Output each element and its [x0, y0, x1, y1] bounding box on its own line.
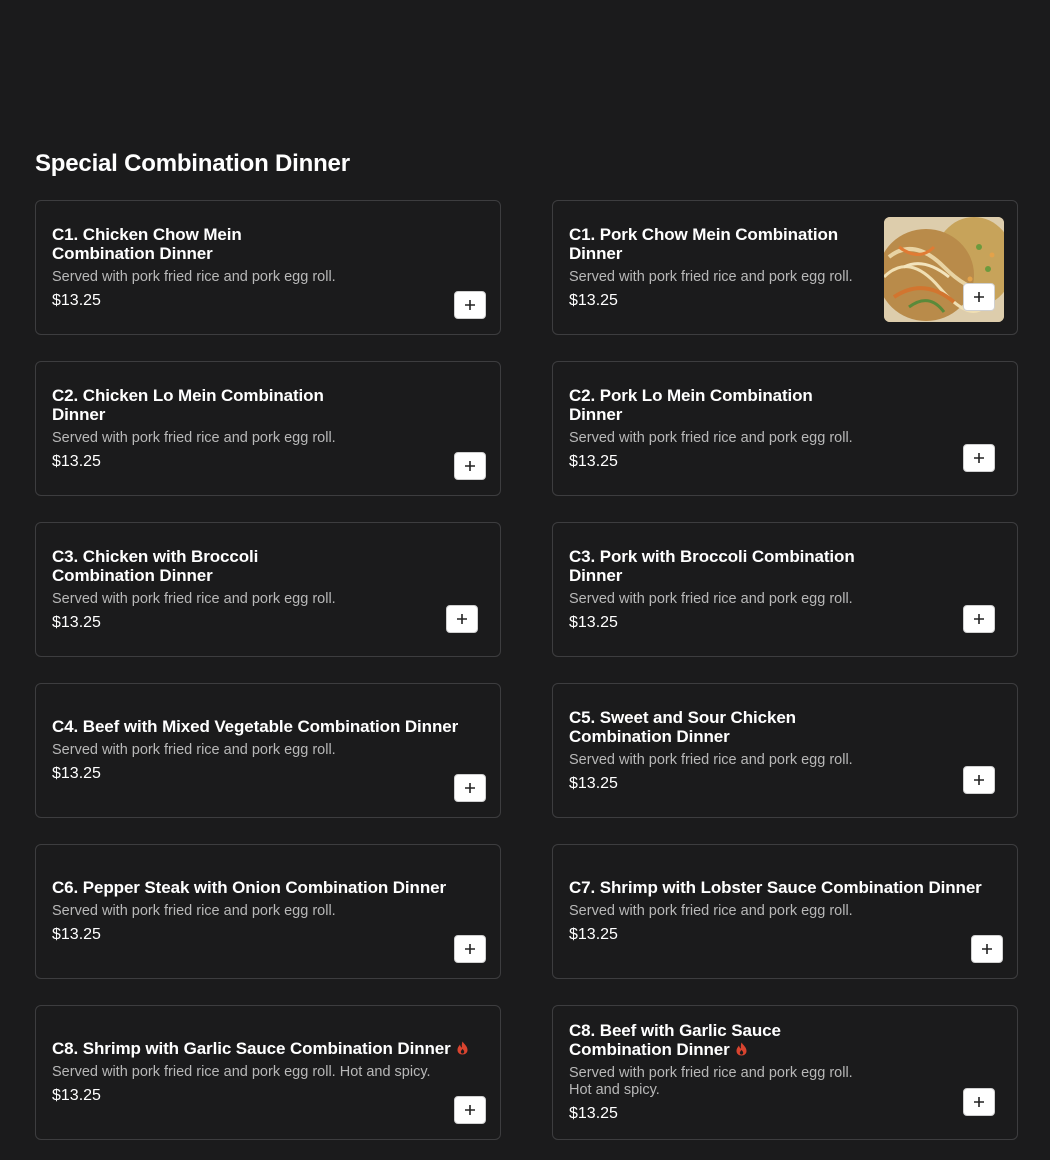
- item-name: C1. Chicken Chow Mein Combination Dinner: [52, 224, 242, 263]
- plus-icon: [974, 775, 984, 785]
- plus-icon: [465, 1105, 475, 1115]
- item-name: C7. Shrimp with Lobster Sauce Combinatio…: [569, 878, 982, 897]
- plus-icon: [465, 783, 475, 793]
- plus-icon: [457, 614, 467, 624]
- plus-icon: [465, 944, 475, 954]
- item-name: C3. Pork with Broccoli Combination Dinne…: [569, 546, 855, 585]
- item-description: Served with pork fried rice and pork egg…: [569, 903, 853, 919]
- item-description: Served with pork fried rice and pork egg…: [52, 903, 336, 919]
- plus-icon: [982, 944, 992, 954]
- menu-item-card[interactable]: C3. Chicken with Broccoli Combination Di…: [35, 522, 501, 657]
- item-name: C6. Pepper Steak with Onion Combination …: [52, 878, 446, 897]
- chili-flame-icon: [457, 1041, 468, 1055]
- item-description: Served with pork fried rice and pork egg…: [569, 429, 853, 446]
- add-to-cart-button[interactable]: [454, 291, 486, 319]
- add-to-cart-button[interactable]: [971, 935, 1003, 963]
- add-to-cart-button[interactable]: [454, 1096, 486, 1124]
- add-to-cart-button[interactable]: [454, 935, 486, 963]
- item-description: Served with pork fried rice and pork egg…: [569, 751, 853, 768]
- menu-item-card[interactable]: C4. Beef with Mixed Vegetable Combinatio…: [35, 683, 501, 818]
- item-description: Served with pork fried rice and pork egg…: [52, 1064, 431, 1080]
- item-description: Served with pork fried rice and pork egg…: [569, 268, 853, 285]
- item-price: $13.25: [569, 291, 618, 309]
- plus-icon: [465, 461, 475, 471]
- plus-icon: [465, 300, 475, 310]
- chili-flame-icon: [736, 1042, 747, 1056]
- menu-item-card[interactable]: C2. Pork Lo Mein Combination Dinner Serv…: [552, 361, 1018, 496]
- item-name: C3. Chicken with Broccoli Combination Di…: [52, 546, 259, 585]
- add-to-cart-button[interactable]: [454, 452, 486, 480]
- plus-icon: [974, 614, 984, 624]
- item-price: $13.25: [52, 291, 101, 309]
- item-name: C8. Shrimp with Garlic Sauce Combination…: [52, 1039, 480, 1058]
- item-price: $13.25: [569, 774, 618, 792]
- section-title: Special Combination Dinner: [35, 150, 350, 177]
- menu-item-card[interactable]: C6. Pepper Steak with Onion Combination …: [35, 844, 501, 979]
- item-price: $13.25: [569, 613, 618, 631]
- menu-item-card[interactable]: C8. Beef with Garlic Sauce Combination D…: [552, 1005, 1018, 1140]
- item-description: Served with pork fried rice and pork egg…: [52, 429, 336, 446]
- plus-icon: [974, 292, 984, 302]
- item-price: $13.25: [52, 452, 101, 470]
- item-description: Served with pork fried rice and pork egg…: [52, 268, 336, 285]
- item-name: C2. Pork Lo Mein Combination Dinner: [569, 385, 813, 424]
- add-to-cart-button[interactable]: [963, 444, 995, 472]
- add-to-cart-button[interactable]: [963, 1088, 995, 1116]
- menu-item-card[interactable]: C5. Sweet and Sour Chicken Combination D…: [552, 683, 1018, 818]
- menu-item-card[interactable]: C3. Pork with Broccoli Combination Dinne…: [552, 522, 1018, 657]
- plus-icon: [974, 453, 984, 463]
- menu-item-card[interactable]: C1. Pork Chow Mein Combination Dinner Se…: [552, 200, 1018, 335]
- item-description: Served with pork fried rice and pork egg…: [52, 742, 336, 758]
- item-price: $13.25: [569, 926, 618, 943]
- item-price: $13.25: [569, 1105, 618, 1122]
- item-name: C1. Pork Chow Mein Combination Dinner: [569, 224, 839, 263]
- item-description: Served with pork fried rice and pork egg…: [569, 590, 853, 607]
- menu-item-card[interactable]: C8. Shrimp with Garlic Sauce Combination…: [35, 1005, 501, 1140]
- item-price: $13.25: [52, 765, 101, 782]
- item-description: Served with pork fried rice and pork egg…: [52, 590, 336, 607]
- item-name: C5. Sweet and Sour Chicken Combination D…: [569, 707, 796, 746]
- item-price: $13.25: [52, 1087, 101, 1104]
- add-to-cart-button[interactable]: [446, 605, 478, 633]
- add-to-cart-button[interactable]: [963, 605, 995, 633]
- add-to-cart-button[interactable]: [963, 283, 995, 311]
- menu-item-card[interactable]: C1. Chicken Chow Mein Combination Dinner…: [35, 200, 501, 335]
- item-price: $13.25: [52, 613, 101, 631]
- item-name: C8. Beef with Garlic Sauce Combination D…: [569, 1021, 781, 1059]
- item-price: $13.25: [569, 452, 618, 470]
- item-price: $13.25: [52, 926, 101, 943]
- item-name: C2. Chicken Lo Mein Combination Dinner: [52, 385, 324, 424]
- menu-item-card[interactable]: C2. Chicken Lo Mein Combination Dinner S…: [35, 361, 501, 496]
- menu-item-card[interactable]: C7. Shrimp with Lobster Sauce Combinatio…: [552, 844, 1018, 979]
- item-name: C4. Beef with Mixed Vegetable Combinatio…: [52, 717, 459, 736]
- plus-icon: [974, 1097, 984, 1107]
- add-to-cart-button[interactable]: [963, 766, 995, 794]
- item-description: Served with pork fried rice and pork egg…: [569, 1065, 853, 1098]
- add-to-cart-button[interactable]: [454, 774, 486, 802]
